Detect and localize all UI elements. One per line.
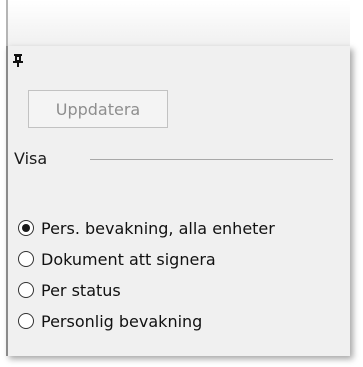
- radio-unselected-icon[interactable]: [18, 282, 34, 298]
- pushpin-icon[interactable]: [12, 53, 24, 67]
- radio-option-label: Personlig bevakning: [41, 311, 203, 331]
- view-group-label: Visa: [14, 149, 48, 168]
- radio-unselected-icon[interactable]: [18, 251, 34, 267]
- radio-option-per-status[interactable]: Per status: [18, 278, 121, 302]
- panel-header-area: [6, 0, 350, 46]
- update-button[interactable]: Uppdatera: [28, 90, 168, 128]
- radio-selected-icon[interactable]: [18, 220, 34, 236]
- radio-option-all-units[interactable]: Pers. bevakning, alla enheter: [18, 216, 275, 240]
- radio-option-documents-to-sign[interactable]: Dokument att signera: [18, 247, 216, 271]
- view-group-separator: [90, 159, 333, 160]
- radio-option-personal-monitoring[interactable]: Personlig bevakning: [18, 309, 202, 333]
- radio-option-label: Per status: [41, 280, 121, 300]
- radio-option-label: Pers. bevakning, alla enheter: [41, 218, 275, 238]
- radio-option-label: Dokument att signera: [41, 249, 216, 269]
- screenshot-frame: Uppdatera Visa Pers. bevakning, alla enh…: [0, 0, 363, 367]
- radio-unselected-icon[interactable]: [18, 313, 34, 329]
